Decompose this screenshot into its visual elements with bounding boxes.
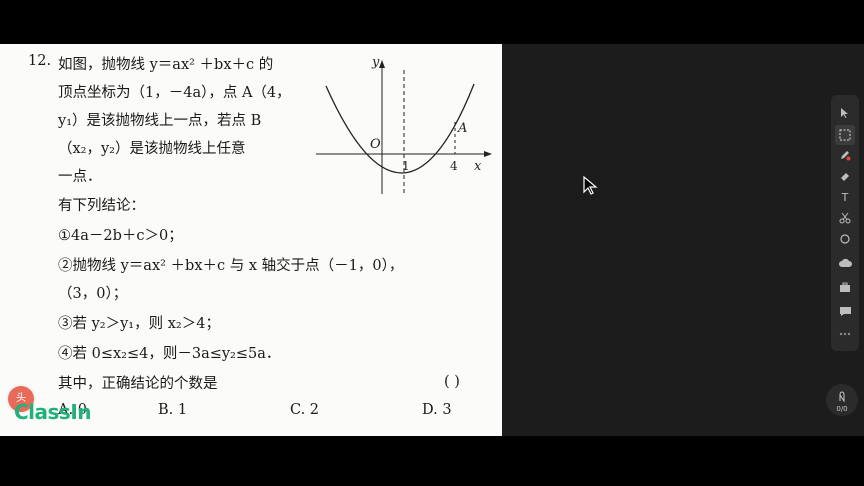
eraser-tool-icon[interactable] (835, 166, 855, 186)
conclusion-2-cont: （3，0）； (58, 286, 128, 302)
tick-label-1: 1 (402, 159, 410, 173)
y-axis-arrow (379, 60, 385, 68)
point-a-label: A (457, 121, 467, 136)
question-line-3: y₁）是该抛物线上一点，若点 B (58, 113, 262, 129)
counter-value: 0/0 (836, 405, 848, 413)
x-axis-label: x (474, 159, 482, 174)
text-tool-icon[interactable]: T (835, 187, 855, 207)
option-d: D. 3 (422, 402, 452, 418)
conclusion-1: ①4a－2b＋c＞0； (58, 228, 183, 244)
select-tool-icon[interactable] (835, 125, 855, 145)
question-line-5: 一点． (58, 169, 102, 185)
pointer-tool-icon[interactable] (835, 103, 855, 123)
classin-logo: ClassIn (14, 400, 92, 424)
mouse-cursor-icon (583, 176, 598, 195)
scissors-tool-icon[interactable] (835, 208, 855, 228)
answer-blank: ( ) (444, 374, 460, 390)
drawing-toolbar: T (831, 95, 859, 351)
parabola-graph: y x O 1 4 A (316, 55, 492, 196)
cloud-disk-icon[interactable] (835, 253, 855, 273)
screen: 12. 如图，抛物线 y＝ax² ＋bx＋c 的 顶点坐标为（1，－4a），点 … (0, 0, 864, 486)
conclusion-4: ④若 0≤x₂≤4，则－3a≤y₂≤5a． (58, 346, 281, 362)
origin-label: O (370, 137, 381, 152)
conclusion-3: ③若 y₂＞y₁，则 x₂＞4； (58, 316, 220, 332)
pen-tool-icon[interactable] (835, 145, 855, 165)
y-axis-label: y (371, 55, 380, 70)
tick-label-4: 4 (450, 159, 458, 173)
shapes-tool-icon[interactable] (835, 229, 855, 249)
question-prompt: 其中，正确结论的个数是 (58, 376, 218, 392)
option-b: B. 1 (158, 402, 188, 418)
chat-icon[interactable] (835, 301, 855, 321)
question-line-6: 有下列结论： (58, 198, 145, 214)
question-line-4: （x₂，y₂）是该抛物线上任意 (58, 141, 246, 157)
conclusion-2: ②抛物线 y＝ax² ＋bx＋c 与 x 轴交于点（－1，0）， (58, 258, 404, 274)
x-axis-arrow (484, 151, 492, 157)
question-line-1: 如图，抛物线 y＝ax² ＋bx＋c 的 (58, 57, 274, 73)
hand-raise-icon (839, 391, 845, 402)
page-counter[interactable]: 0/0 (826, 384, 858, 416)
more-tools-icon[interactable] (835, 324, 855, 344)
question-number: 12. (28, 53, 52, 69)
question-line-2: 顶点坐标为（1，－4a），点 A（4， (58, 85, 291, 101)
question-document: 12. 如图，抛物线 y＝ax² ＋bx＋c 的 顶点坐标为（1，－4a），点 … (0, 44, 502, 436)
option-c: C. 2 (290, 402, 320, 418)
toolbox-icon[interactable] (835, 277, 855, 297)
